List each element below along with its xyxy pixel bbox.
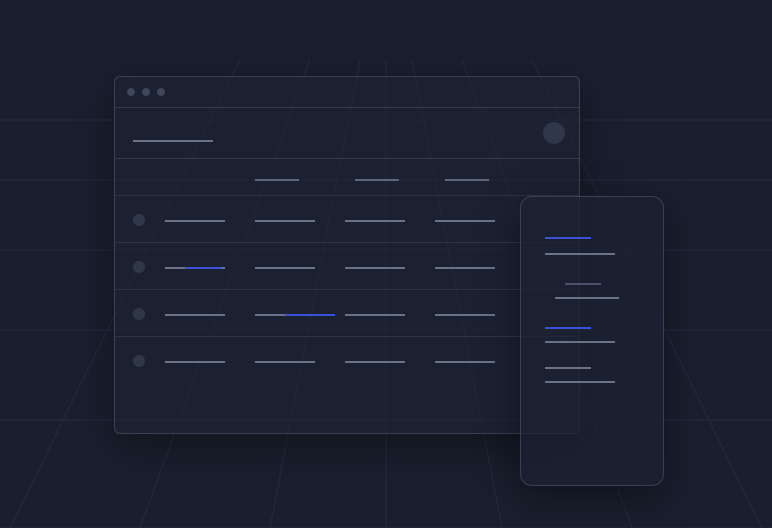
cell-placeholder <box>435 314 495 316</box>
row-marker-icon <box>133 214 145 226</box>
cell-placeholder <box>345 267 405 269</box>
cell-placeholder <box>255 220 315 222</box>
phone-line <box>545 381 615 383</box>
cell-placeholder <box>255 267 315 269</box>
column-header-placeholder <box>255 179 299 181</box>
cell-placeholder <box>345 314 405 316</box>
cell-placeholder <box>435 220 495 222</box>
row-marker-icon <box>133 261 145 273</box>
page-title-placeholder <box>133 140 213 142</box>
avatar <box>543 122 565 144</box>
table-row <box>115 336 579 383</box>
row-marker-icon <box>133 355 145 367</box>
phone-line <box>555 297 619 299</box>
phone-line <box>565 283 601 285</box>
cell-placeholder <box>165 220 225 222</box>
traffic-light-icon <box>127 88 135 96</box>
cell-placeholder <box>435 267 495 269</box>
table-body <box>115 195 579 383</box>
cell-placeholder <box>165 361 225 363</box>
cell-accent-placeholder <box>285 314 335 316</box>
phone-line <box>545 253 615 255</box>
cell-accent-placeholder <box>185 267 221 269</box>
cell-placeholder <box>435 361 495 363</box>
table-column-headers <box>115 159 579 195</box>
column-header-placeholder <box>445 179 489 181</box>
illustration-stage <box>0 0 772 528</box>
traffic-light-icon <box>157 88 165 96</box>
cell-placeholder <box>165 314 225 316</box>
phone-line-accent <box>545 327 591 329</box>
row-marker-icon <box>133 308 145 320</box>
table-row <box>115 195 579 242</box>
column-header-placeholder <box>355 179 399 181</box>
table-row <box>115 242 579 289</box>
window-header <box>115 108 579 159</box>
mobile-device <box>520 196 664 486</box>
desktop-window <box>114 76 580 434</box>
traffic-light-icon <box>142 88 150 96</box>
cell-placeholder <box>345 220 405 222</box>
window-titlebar <box>115 77 579 108</box>
phone-line-accent <box>545 237 591 239</box>
cell-placeholder <box>255 361 315 363</box>
phone-line <box>545 341 615 343</box>
phone-line <box>545 367 591 369</box>
table-row <box>115 289 579 336</box>
cell-placeholder <box>345 361 405 363</box>
